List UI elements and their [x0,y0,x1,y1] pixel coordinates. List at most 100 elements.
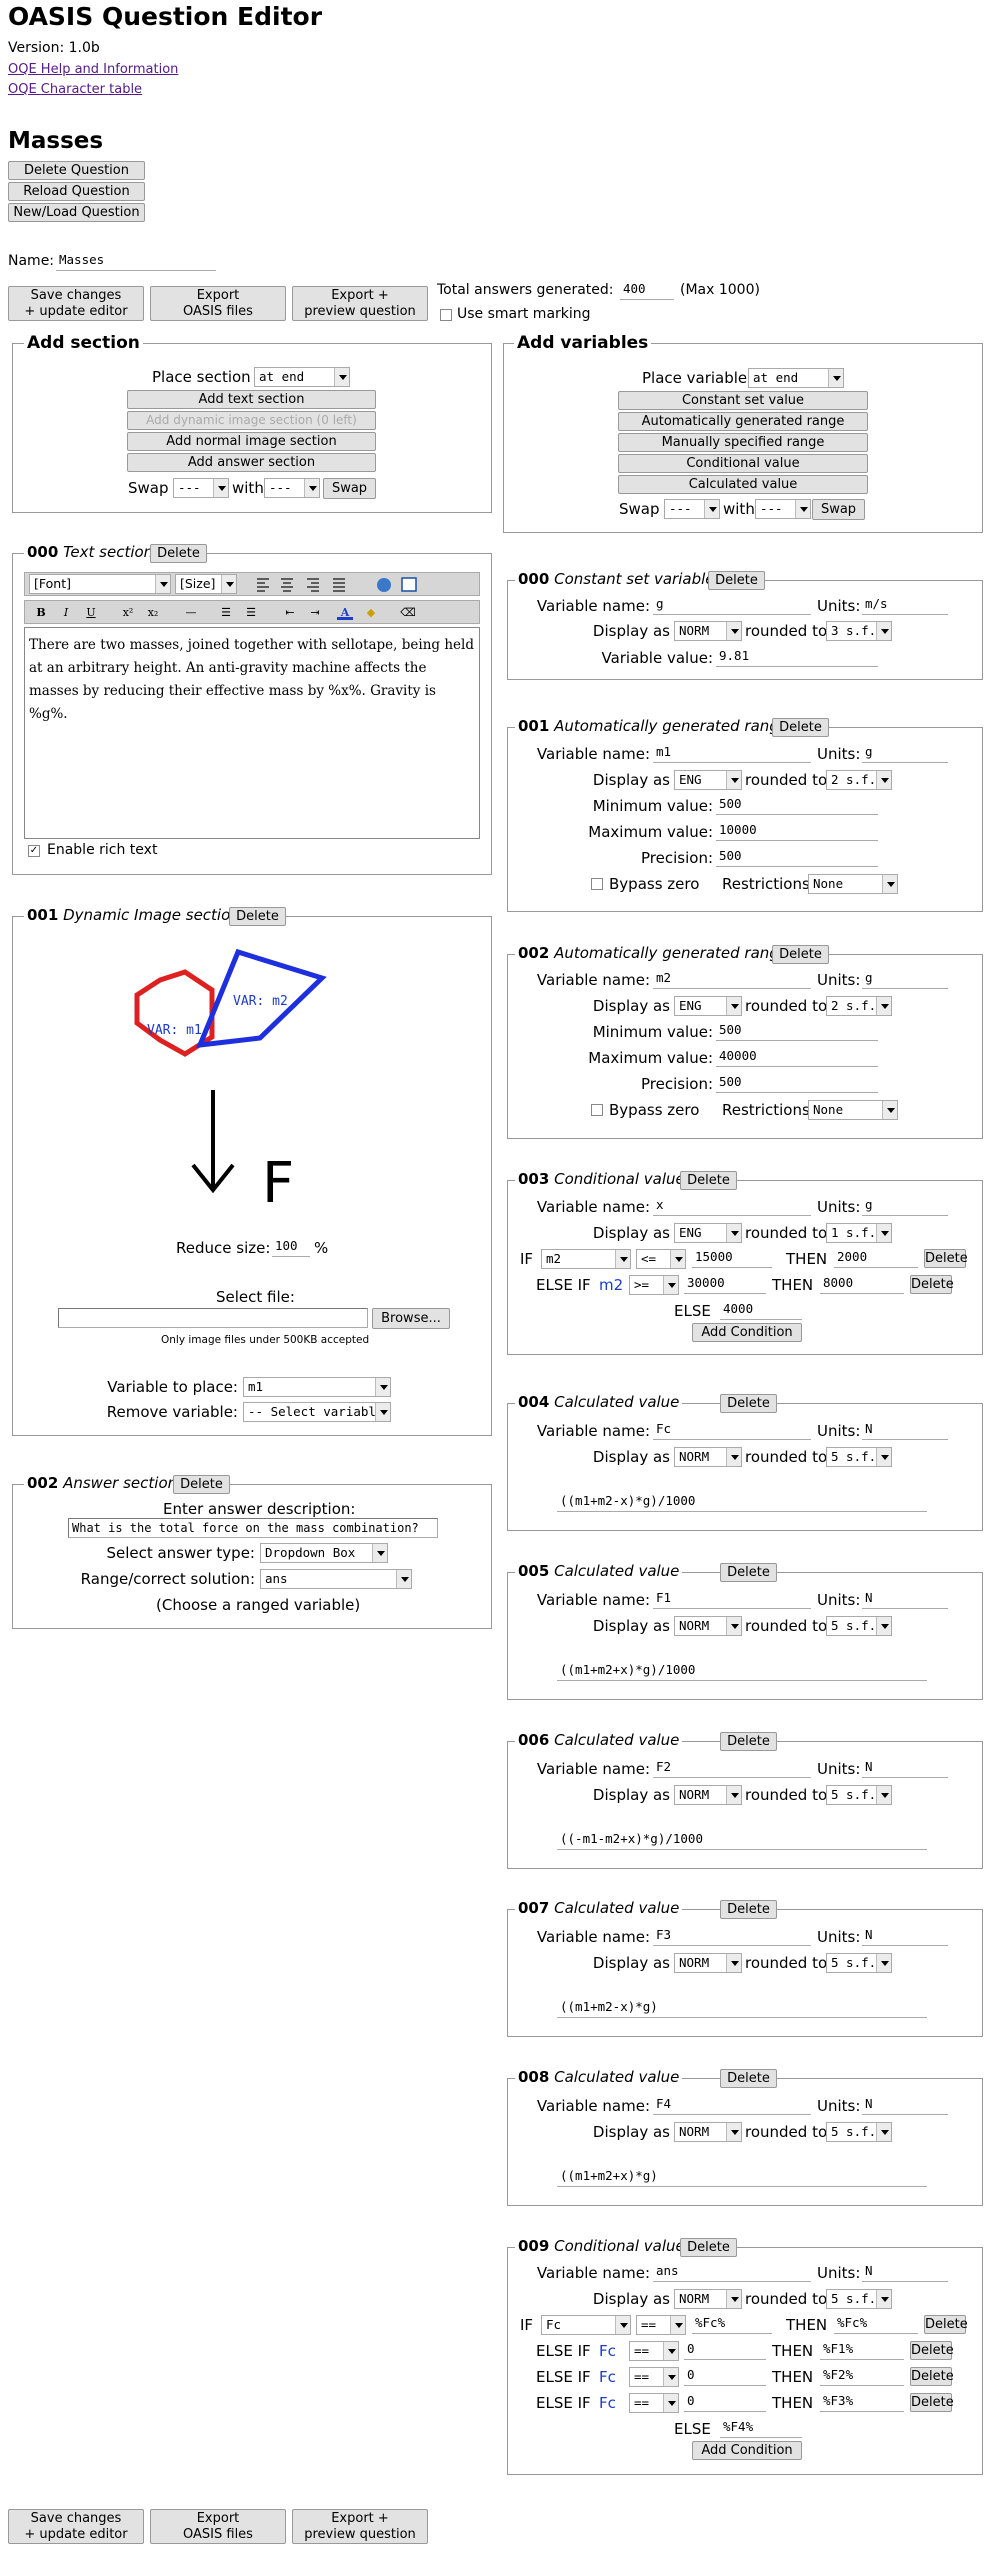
rounded-to-select[interactable]: 5 s.f. [826,2289,892,2309]
answer-type-select[interactable]: Dropdown Box [260,1543,388,1563]
delete-question-button[interactable]: Delete Question [8,161,145,180]
minimum-value-input[interactable]: 500 [716,795,878,815]
calculated-value-button[interactable]: Calculated value [618,475,868,494]
bullet-list-icon[interactable]: ☰ [243,606,259,620]
units-input[interactable]: N [862,2262,948,2282]
display-as-select[interactable]: NORM [674,1616,742,1636]
display-as-select[interactable]: ENG [674,1223,742,1243]
delete-variable-button[interactable]: Delete [680,1171,737,1190]
delete-variable-button[interactable]: Delete [720,1900,777,1919]
if-variable-select[interactable]: m2 [541,1249,631,1269]
display-as-select[interactable]: NORM [674,1447,742,1467]
answer-desc-input[interactable]: What is the total force on the mass comb… [68,1518,438,1538]
units-input[interactable]: N [862,1589,948,1609]
export-button[interactable]: Export OASIS files [150,286,286,321]
add-normal-image-button[interactable]: Add normal image section [127,432,376,451]
display-as-select[interactable]: NORM [674,2122,742,2142]
then-value-input[interactable]: %Fc% [834,2314,918,2334]
elif-value-input[interactable]: 0 [684,2392,766,2412]
rounded-to-select[interactable]: 5 s.f. [826,1953,892,1973]
delete-variable-button[interactable]: Delete [720,1563,777,1582]
swap-section-button[interactable]: Swap [323,478,376,499]
variable-name-input[interactable]: g [653,595,811,615]
elif-operator-select[interactable]: == [629,2367,679,2387]
swap-var-button[interactable]: Swap [812,499,865,520]
delete-variable-button[interactable]: Delete [772,945,829,964]
add-answer-section-button[interactable]: Add answer section [127,453,376,472]
if-variable-select[interactable]: Fc [541,2315,631,2335]
highlight-icon[interactable]: ◆ [363,606,379,620]
formula-input[interactable]: ((m1+m2+x)*g)/1000 [557,1661,927,1681]
elif-then-input[interactable]: 8000 [820,1274,904,1294]
help-link[interactable]: OQE Help and Information [8,62,178,77]
export-preview-button[interactable]: Export + preview question [292,286,428,321]
rich-text-area[interactable]: There are two masses, joined together wi… [24,627,480,839]
footer-export-preview-button[interactable]: Export + preview question [292,2509,428,2544]
outdent-icon[interactable]: ⇤ [282,606,298,620]
elif-operator-select[interactable]: == [629,2393,679,2413]
align-center-icon[interactable] [281,578,293,592]
footer-save-changes-button[interactable]: Save changes + update editor [8,2509,144,2544]
if-operator-select[interactable]: == [636,2315,686,2335]
bold-icon[interactable]: B [33,606,49,620]
elif-value-input[interactable]: 0 [684,2340,766,2360]
ordered-list-icon[interactable]: ☰ [218,606,234,620]
restrictions-select[interactable]: None [808,874,898,894]
add-condition-button[interactable]: Add Condition [692,2441,802,2460]
subscript-icon[interactable]: x₂ [145,606,161,620]
variable-name-input[interactable]: F2 [653,1758,811,1778]
rounded-to-select[interactable]: 1 s.f. [826,1223,892,1243]
size-select[interactable]: [Size] [175,574,237,594]
constant-set-value-button[interactable]: Constant set value [618,391,868,410]
delete-variable-button[interactable]: Delete [720,1394,777,1413]
variable-name-input[interactable]: ans [653,2262,811,2282]
save-changes-button[interactable]: Save changes + update editor [8,286,144,321]
then-value-input[interactable]: 2000 [834,1248,918,1268]
italic-icon[interactable]: I [58,606,74,620]
rounded-to-select[interactable]: 5 s.f. [826,1616,892,1636]
elif-operator-select[interactable]: == [629,2341,679,2361]
elif-then-input[interactable]: %F2% [820,2366,904,2386]
swap-var-a-select[interactable]: --- [664,499,720,519]
elif-operator-select[interactable]: >= [629,1275,679,1295]
rounded-to-select[interactable]: 3 s.f. [826,621,892,641]
smart-marking-checkbox[interactable] [440,309,452,321]
align-left-icon[interactable] [257,578,269,592]
display-as-select[interactable]: ENG [674,770,742,790]
restrictions-select[interactable]: None [808,1100,898,1120]
manual-range-button[interactable]: Manually specified range [618,433,868,452]
swap-section-b-select[interactable]: --- [264,478,320,498]
auto-range-button[interactable]: Automatically generated range [618,412,868,431]
variable-name-input[interactable]: F3 [653,1926,811,1946]
units-input[interactable]: m/s [862,595,948,615]
place-variable-select[interactable]: at end [748,368,844,388]
file-path-input[interactable] [58,1308,368,1328]
browse-button[interactable]: Browse... [372,1308,450,1329]
delete-condition-button[interactable]: Delete [910,2367,954,2386]
dynamic-image-canvas[interactable]: VAR: m1 VAR: m2 F [120,940,340,1220]
formula-input[interactable]: ((-m1-m2+x)*g)/1000 [557,1830,927,1850]
indent-icon[interactable]: ⇥ [307,606,323,620]
if-operator-select[interactable]: <= [636,1249,686,1269]
units-input[interactable]: N [862,1758,948,1778]
rounded-to-select[interactable]: 5 s.f. [826,1785,892,1805]
delete-variable-button[interactable]: Delete [680,2238,737,2257]
maximum-value-input[interactable]: 40000 [716,1047,878,1067]
display-as-select[interactable]: ENG [674,996,742,1016]
bypass-zero-checkbox[interactable] [591,878,603,890]
bypass-zero-checkbox[interactable] [591,1104,603,1116]
formula-input[interactable]: ((m1+m2-x)*g)/1000 [557,1492,927,1512]
delete-variable-button[interactable]: Delete [720,1732,777,1751]
rounded-to-select[interactable]: 5 s.f. [826,2122,892,2142]
variable-name-input[interactable]: x [653,1196,811,1216]
variable-name-input[interactable]: m2 [653,969,811,989]
horizontal-rule-icon[interactable]: — [183,606,199,620]
units-input[interactable]: N [862,1420,948,1440]
variable-to-place-select[interactable]: m1 [243,1377,391,1397]
add-text-section-button[interactable]: Add text section [127,390,376,409]
elif-value-input[interactable]: 30000 [684,1274,766,1294]
delete-condition-button[interactable]: Delete [924,1249,968,1268]
align-justify-icon[interactable] [333,578,345,592]
delete-variable-button[interactable]: Delete [772,718,829,737]
rounded-to-select[interactable]: 5 s.f. [826,1447,892,1467]
